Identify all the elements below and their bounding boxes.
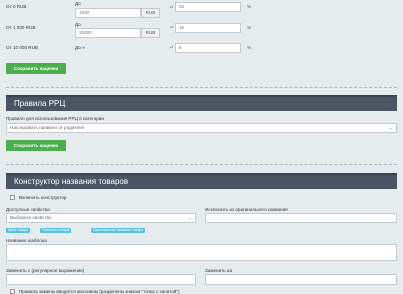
rrp-section-heading: Правила РРЦ: [6, 95, 397, 111]
percent-label-2: %: [247, 25, 252, 30]
divider: [6, 87, 397, 88]
range-from-1: От 0 RUB: [6, 4, 27, 9]
currency-addon-2: RUB: [141, 28, 160, 38]
template-textarea[interactable]: [6, 244, 397, 261]
chevron-down-icon: ⌄: [187, 215, 192, 221]
range-to-label-1: До: [75, 1, 81, 6]
mass-rule-checkbox[interactable]: [10, 289, 15, 294]
enable-constructor-label: Включить конструктор: [19, 195, 67, 200]
markup-input-3[interactable]: 5: [175, 43, 241, 53]
spinner-icon[interactable]: ▴▾: [170, 45, 174, 49]
spinner-icon[interactable]: ▴▾: [170, 5, 174, 9]
range-to-label-3: До ∞: [75, 45, 86, 50]
currency-addon-1: RUB: [141, 8, 160, 18]
available-props-select[interactable]: Выберите свойство ⌄: [6, 213, 196, 223]
range-to-input-2[interactable]: 10000: [75, 28, 141, 38]
range-from-2: От 1 000 RUB: [6, 25, 36, 30]
range-from-3: От 10 000 RUB: [6, 45, 38, 50]
spinner-icon[interactable]: ▴▾: [170, 25, 174, 29]
range-to-label-2: До: [75, 22, 81, 27]
template-label: Название шаблона: [6, 238, 47, 243]
property-tag[interactable]: Оригинальное название товара: [91, 228, 145, 233]
range-to-input-1[interactable]: 1000: [75, 8, 141, 18]
category-rule-select[interactable]: Наследовать правило от родителя ⌄: [6, 123, 397, 133]
replace-input[interactable]: [6, 274, 196, 285]
replace-label: Заменить с (регулярное выражение): [6, 268, 85, 273]
save-rrp-button[interactable]: Сохранить наценки: [6, 140, 66, 151]
divider: [6, 164, 397, 165]
available-props-placeholder: Выберите свойство: [10, 215, 52, 220]
available-props-label: Доступные свойства: [6, 207, 50, 212]
enable-constructor-checkbox[interactable]: [10, 195, 15, 200]
markup-input-1[interactable]: 25: [175, 2, 241, 12]
category-rule-label: Правило для использования РРЦ в категори…: [6, 116, 104, 121]
percent-label-1: %: [247, 4, 252, 9]
mass-rule-label: Правила замены вводятся массивом (раздел…: [19, 289, 180, 294]
replace-with-label: Заменить на: [205, 268, 233, 273]
replace-with-input[interactable]: [205, 274, 397, 285]
percent-label-3: %: [247, 45, 252, 50]
markup-input-2[interactable]: 15: [175, 23, 241, 33]
property-tag[interactable]: Цена товара: [6, 228, 30, 233]
exclude-label: Исключить из оригинального названия: [205, 207, 288, 212]
chevron-down-icon: ⌄: [388, 125, 393, 131]
property-tag[interactable]: Portmonet товара: [40, 228, 72, 233]
save-markup-button[interactable]: Сохранить наценки: [6, 63, 66, 74]
exclude-input[interactable]: [205, 213, 397, 223]
category-rule-value: Наследовать правило от родителя: [10, 125, 85, 130]
constructor-section-heading: Конструктор названия товаров: [6, 173, 397, 189]
